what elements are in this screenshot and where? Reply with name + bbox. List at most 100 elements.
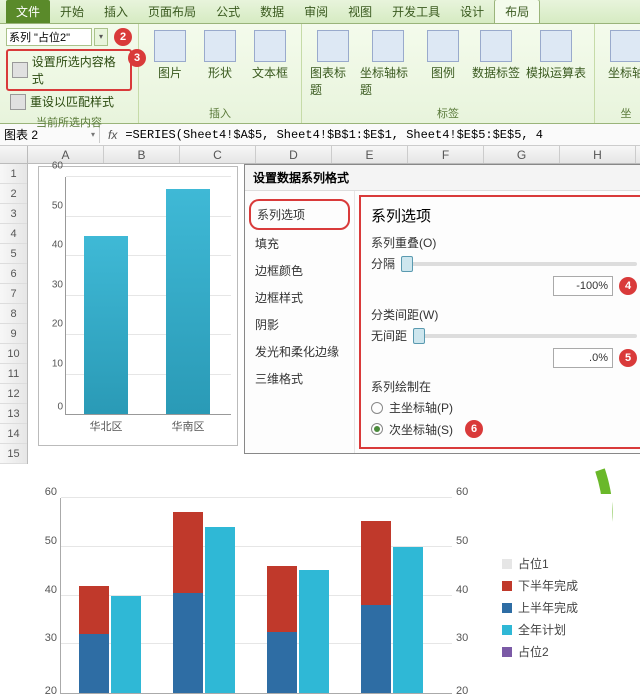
nav-glow[interactable]: 发光和柔化边缘 (249, 338, 350, 365)
row-7[interactable]: 7 (0, 284, 27, 304)
legend-placeholder1: 占位1 (518, 555, 549, 572)
swatch-h2 (502, 581, 512, 591)
tab-page-layout[interactable]: 页面布局 (138, 0, 206, 23)
tab-formulas[interactable]: 公式 (206, 0, 250, 23)
format-selection-button[interactable]: 设置所选内容格式 3 (6, 49, 132, 91)
nav-border-color[interactable]: 边框颜色 (249, 257, 350, 284)
overlap-value[interactable]: -100% (553, 276, 613, 296)
chart2-plan-2[interactable] (205, 527, 235, 693)
nav-series-options[interactable]: 系列选项 (249, 199, 350, 230)
row-1[interactable]: 1 (0, 164, 27, 184)
nav-shadow[interactable]: 阴影 (249, 311, 350, 338)
insert-textbox-button[interactable]: 文本框 (245, 28, 295, 83)
chart1-cat-1: 华南区 (172, 418, 205, 434)
chart2-yl-40: 40 (45, 584, 61, 596)
embedded-chart-2[interactable]: 20 30 40 50 60 20 30 40 50 60 占 (32, 494, 612, 700)
swatch-plan (502, 625, 512, 635)
chart1-bar-0[interactable] (84, 236, 128, 414)
tab-file[interactable]: 文件 (6, 0, 50, 23)
col-E[interactable]: E (332, 146, 408, 163)
select-all-corner[interactable] (0, 146, 28, 163)
tab-home[interactable]: 开始 (50, 0, 94, 23)
col-G[interactable]: G (484, 146, 560, 163)
chart2-stack-1[interactable] (79, 586, 109, 693)
row-11[interactable]: 11 (0, 364, 27, 384)
tab-view[interactable]: 视图 (338, 0, 382, 23)
chart2-plan-4[interactable] (393, 547, 423, 693)
row-14[interactable]: 14 (0, 424, 27, 444)
nav-border-style[interactable]: 边框样式 (249, 284, 350, 311)
col-H[interactable]: H (560, 146, 636, 163)
ribbon-tabs: 文件 开始 插入 页面布局 公式 数据 审阅 视图 开发工具 设计 布局 (0, 0, 640, 24)
row-5[interactable]: 5 (0, 244, 27, 264)
axes-button[interactable]: 坐标轴 (601, 28, 640, 83)
chevron-down-icon[interactable]: ▾ (94, 28, 108, 46)
row-2[interactable]: 2 (0, 184, 27, 204)
chart-title-label: 图表标题 (310, 64, 356, 98)
tab-layout[interactable]: 布局 (494, 0, 540, 23)
radio-secondary-axis[interactable] (371, 423, 383, 435)
row-9[interactable]: 9 (0, 324, 27, 344)
row-13[interactable]: 13 (0, 404, 27, 424)
tab-dev[interactable]: 开发工具 (382, 0, 450, 23)
chart2-legend: 占位1 下半年完成 上半年完成 全年计划 占位2 (502, 550, 612, 665)
tab-review[interactable]: 审阅 (294, 0, 338, 23)
tab-data[interactable]: 数据 (250, 0, 294, 23)
chart1-ytick-40: 40 (52, 240, 66, 251)
overlap-slider[interactable] (401, 262, 637, 266)
group-labels: 图表标题 坐标轴标题 图例 数据标签 模拟运算表 标签 (302, 24, 595, 123)
group-axes: 坐标轴 坐 (595, 24, 640, 123)
group-title-axes: 坐 (601, 103, 640, 121)
overlap-left-label: 分隔 (371, 255, 395, 272)
col-F[interactable]: F (408, 146, 484, 163)
chart2-stack-2[interactable] (173, 512, 203, 693)
cells-area[interactable]: 0 10 20 30 40 50 60 华北区 华南区 设置数据系列格式 系列选… (28, 164, 640, 464)
chart2-plan-1[interactable] (111, 596, 141, 694)
axes-label: 坐标轴 (608, 64, 640, 81)
format-icon (12, 62, 28, 78)
row-6[interactable]: 6 (0, 264, 27, 284)
row-8[interactable]: 8 (0, 304, 27, 324)
insert-picture-button[interactable]: 图片 (145, 28, 195, 83)
axis-title-button[interactable]: 坐标轴标题 (358, 28, 418, 100)
col-D[interactable]: D (256, 146, 332, 163)
formula-input[interactable]: =SERIES(Sheet4!$A$5, Sheet4!$B$1:$E$1, S… (125, 128, 640, 142)
tab-insert[interactable]: 插入 (94, 0, 138, 23)
row-4[interactable]: 4 (0, 224, 27, 244)
chart2-stack-4[interactable] (361, 521, 391, 693)
gap-slider[interactable] (413, 334, 637, 338)
chart1-bar-1[interactable] (166, 189, 210, 414)
col-C[interactable]: C (180, 146, 256, 163)
chart2-yl-20: 20 (45, 685, 61, 697)
chart-element-selector[interactable] (6, 28, 92, 46)
tab-design[interactable]: 设计 (450, 0, 494, 23)
insert-shape-button[interactable]: 形状 (195, 28, 245, 83)
plot-on-label: 系列绘制在 (371, 378, 431, 395)
gap-value[interactable]: .0% (553, 348, 613, 368)
data-table-button[interactable]: 模拟运算表 (524, 28, 588, 100)
row-15[interactable]: 15 (0, 444, 27, 464)
col-B[interactable]: B (104, 146, 180, 163)
row-3[interactable]: 3 (0, 204, 27, 224)
worksheet: 1 2 3 4 5 6 7 8 9 10 11 12 13 14 15 0 10… (0, 164, 640, 464)
chart-title-button[interactable]: 图表标题 (308, 28, 358, 100)
chevron-down-icon[interactable]: ▾ (91, 130, 95, 139)
row-12[interactable]: 12 (0, 384, 27, 404)
shape-icon (204, 30, 236, 62)
nav-fill[interactable]: 填充 (249, 230, 350, 257)
data-labels-label: 数据标签 (472, 64, 520, 81)
group-title-labels: 标签 (308, 103, 588, 121)
legend-button[interactable]: 图例 (418, 28, 468, 100)
data-labels-button[interactable]: 数据标签 (468, 28, 524, 100)
swatch-h1 (502, 603, 512, 613)
nav-3d[interactable]: 三维格式 (249, 365, 350, 392)
chart1-plot: 0 10 20 30 40 50 60 华北区 华南区 (65, 177, 231, 415)
embedded-chart-1[interactable]: 0 10 20 30 40 50 60 华北区 华南区 (38, 166, 238, 446)
insert-shape-label: 形状 (208, 64, 232, 81)
reset-style-button[interactable]: 重设以匹配样式 (6, 91, 132, 112)
chart2-stack-3[interactable] (267, 566, 297, 693)
row-10[interactable]: 10 (0, 344, 27, 364)
radio-primary-axis[interactable] (371, 402, 383, 414)
chart2-plan-3[interactable] (299, 570, 329, 693)
col-A[interactable]: A (28, 146, 104, 163)
